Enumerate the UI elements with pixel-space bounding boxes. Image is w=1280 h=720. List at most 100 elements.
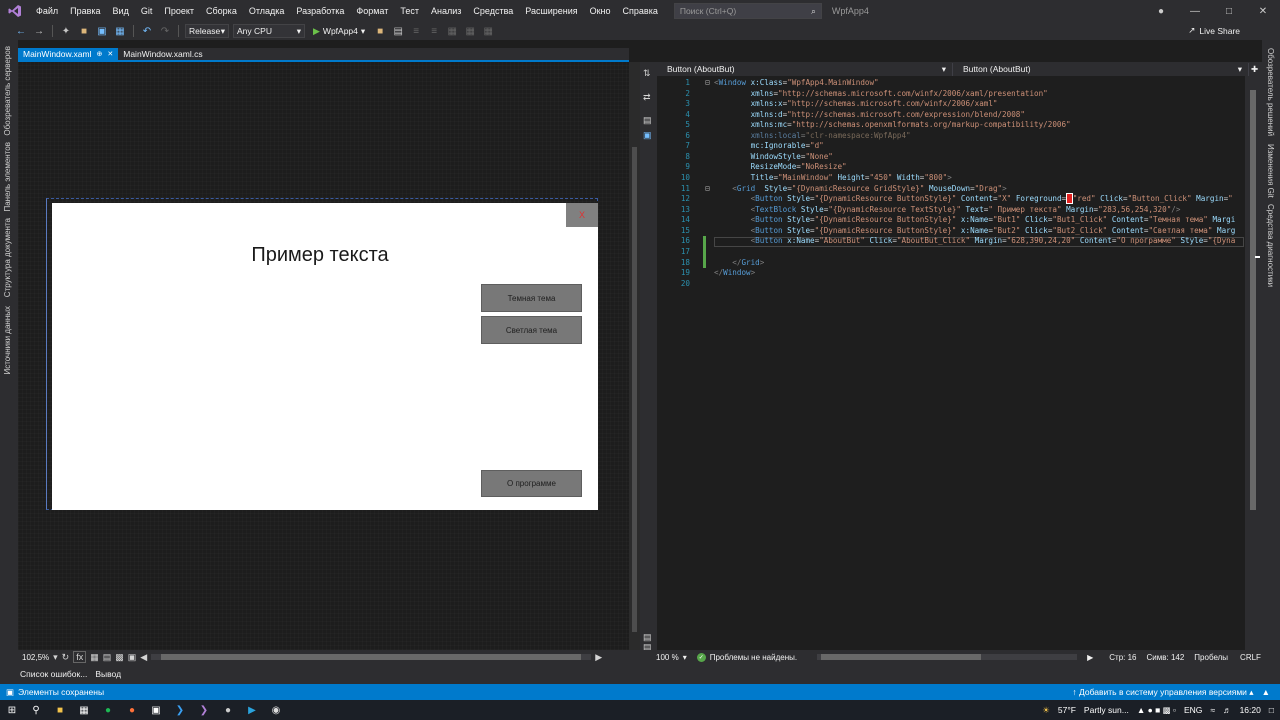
editor-vertical-scrollbar[interactable]	[1245, 76, 1262, 650]
obs-icon[interactable]: ◉	[264, 700, 288, 720]
menu-project[interactable]: Проект	[158, 0, 200, 22]
close-tab-icon[interactable]: ✕	[107, 50, 113, 58]
effects-toggle[interactable]: fx	[73, 651, 87, 663]
notification-center-icon[interactable]: □	[1269, 705, 1274, 715]
weather-temp[interactable]: 57°F	[1058, 705, 1076, 715]
scroll-left-icon[interactable]: ◀	[140, 652, 147, 663]
toolbox-tab[interactable]: Панель элементов	[3, 142, 12, 212]
menu-format[interactable]: Формат	[350, 0, 394, 22]
configuration-select[interactable]: Release ▾	[185, 24, 229, 38]
menu-git[interactable]: Git	[135, 0, 159, 22]
vscode-icon[interactable]: ❯	[168, 700, 192, 720]
menu-view[interactable]: Вид	[107, 0, 135, 22]
chevron-down-icon[interactable]: ▾	[53, 652, 58, 663]
start-button[interactable]: ▶ WpfApp4 ▾	[309, 26, 369, 37]
folder-icon[interactable]: ■	[373, 24, 387, 38]
scroll-right-icon[interactable]: ▶	[1087, 653, 1093, 662]
minimize-icon[interactable]: —	[1178, 6, 1212, 17]
scrollbar-thumb[interactable]	[161, 654, 582, 660]
save-all-icon[interactable]: ▦	[113, 24, 127, 38]
undo-icon[interactable]: ↶	[140, 24, 154, 38]
toolbar-misc-icon[interactable]: ≡	[409, 24, 423, 38]
fold-toggle-icon[interactable]: ⊟	[705, 184, 710, 193]
horizontal-split-icon[interactable]: ▤	[643, 115, 652, 126]
menu-tools[interactable]: Средства	[467, 0, 519, 22]
weather-text[interactable]: Partly sun...	[1084, 705, 1129, 715]
menu-build[interactable]: Сборка	[200, 0, 243, 22]
redo-icon[interactable]: ↷	[158, 24, 172, 38]
preview-close-button[interactable]: X	[566, 203, 598, 227]
chevron-down-icon[interactable]: ▾	[683, 653, 687, 662]
collapse-pane-icon[interactable]: ▣	[643, 130, 652, 141]
weather-icon[interactable]: ☀	[1042, 705, 1050, 716]
solution-explorer-tab[interactable]: Обозреватель решений	[1266, 48, 1275, 136]
store-icon[interactable]: ▦	[72, 700, 96, 720]
swap-panes-icon[interactable]: ⇅	[643, 68, 651, 79]
spotify-icon[interactable]: ●	[96, 700, 120, 720]
taskbar-search-icon[interactable]: ⚲	[24, 700, 48, 720]
menu-file[interactable]: Файл	[30, 0, 64, 22]
firefox-icon[interactable]: ●	[120, 700, 144, 720]
issues-indicator[interactable]: ✓ Проблемы не найдены.	[696, 652, 797, 662]
taskbar-app-icon[interactable]: ▣	[144, 700, 168, 720]
tab-error-list[interactable]: Список ошибок...	[20, 669, 87, 679]
git-changes-tab[interactable]: Изменения Git	[1266, 144, 1275, 198]
column-indicator[interactable]: Симв: 142	[1147, 653, 1185, 662]
input-language[interactable]: ENG	[1184, 705, 1202, 715]
close-icon[interactable]: ✕	[1246, 6, 1280, 17]
toolbar-misc-icon[interactable]: ▦	[445, 24, 459, 38]
preview-light-theme-button[interactable]: Светлая тема	[481, 316, 582, 344]
volume-icon[interactable]: ♬	[1223, 705, 1232, 715]
designer-horizontal-scrollbar[interactable]	[151, 654, 592, 660]
menu-window[interactable]: Окно	[584, 0, 617, 22]
vertical-split-icon[interactable]: ⇄	[643, 92, 651, 103]
windows-start-icon[interactable]: ⊞	[0, 700, 24, 720]
toolbar-misc-icon[interactable]: ≡	[427, 24, 441, 38]
tab-mainwindow-xaml[interactable]: MainWindow.xaml ⊕ ✕	[18, 48, 119, 60]
table-icon[interactable]: ▤	[103, 652, 112, 663]
navigate-forward-icon[interactable]: →	[32, 24, 46, 38]
visual-studio-logo-icon[interactable]	[0, 0, 30, 22]
server-explorer-tab[interactable]: Обозреватель серверов	[3, 46, 12, 136]
diagnostic-tools-tab[interactable]: Средства диагностики	[1266, 204, 1275, 287]
tab-mainwindow-xaml-cs[interactable]: MainWindow.xaml.cs	[118, 48, 207, 60]
open-folder-icon[interactable]: ■	[77, 24, 91, 38]
scroll-right-icon[interactable]: ▶	[595, 652, 602, 663]
designer-vertical-scrollbar[interactable]	[629, 62, 640, 650]
editor-horizontal-scrollbar[interactable]	[817, 654, 1078, 660]
notifications-icon[interactable]: ▲	[1262, 687, 1270, 697]
save-icon[interactable]: ▣	[95, 24, 109, 38]
split-editor-icon[interactable]: ✚	[1251, 64, 1258, 75]
taskbar-app-icon[interactable]: ●	[216, 700, 240, 720]
preview-dark-theme-button[interactable]: Темная тема	[481, 284, 582, 312]
menu-edit[interactable]: Правка	[64, 0, 106, 22]
refresh-icon[interactable]: ↻	[62, 652, 70, 663]
menu-help[interactable]: Справка	[617, 0, 664, 22]
grid-icon[interactable]: ▦	[90, 652, 99, 663]
snap-lines-icon[interactable]: ▣	[128, 652, 137, 663]
search-input[interactable]: Поиск (Ctrl+Q) ⌕	[673, 3, 822, 19]
menu-debug[interactable]: Отладка	[243, 0, 291, 22]
menu-design[interactable]: Разработка	[290, 0, 350, 22]
source-control-button[interactable]: ↑ Добавить в систему управления версиями…	[1072, 687, 1253, 698]
xaml-code-editor[interactable]: 1 2 3 4 5 6 7 8 9 10 11 12 13 14 15 16 17 18 19 20 ⊟ ⊟ <Win…	[657, 76, 1245, 650]
maximize-icon[interactable]: □	[1212, 6, 1246, 17]
document-outline-tab[interactable]: Структура документа	[3, 218, 12, 297]
preview-textblock[interactable]: Пример текста	[52, 244, 588, 267]
fold-toggle-icon[interactable]: ⊟	[705, 78, 710, 87]
menu-test[interactable]: Тест	[394, 0, 425, 22]
toolbar-misc-icon[interactable]: ▦	[463, 24, 477, 38]
menu-extensions[interactable]: Расширения	[519, 0, 583, 22]
toolbar-misc-icon[interactable]: ▦	[481, 24, 495, 38]
element-selector-left[interactable]: Button (AboutBut) ▾	[657, 62, 953, 76]
clock[interactable]: 16:20	[1240, 705, 1261, 715]
line-indicator[interactable]: Стр: 16	[1109, 653, 1136, 662]
zoom-level[interactable]: 102,5%	[22, 653, 49, 662]
scrollbar-thumb[interactable]	[821, 654, 982, 660]
preview-about-button[interactable]: О программе	[481, 470, 582, 497]
element-selector-right[interactable]: Button (AboutBut) ▾	[953, 62, 1249, 76]
platform-select[interactable]: Any CPU ▾	[233, 24, 305, 38]
editor-zoom[interactable]: 100 %	[656, 653, 679, 662]
scrollbar-thumb[interactable]	[632, 147, 637, 632]
new-project-icon[interactable]: ✦	[59, 24, 73, 38]
